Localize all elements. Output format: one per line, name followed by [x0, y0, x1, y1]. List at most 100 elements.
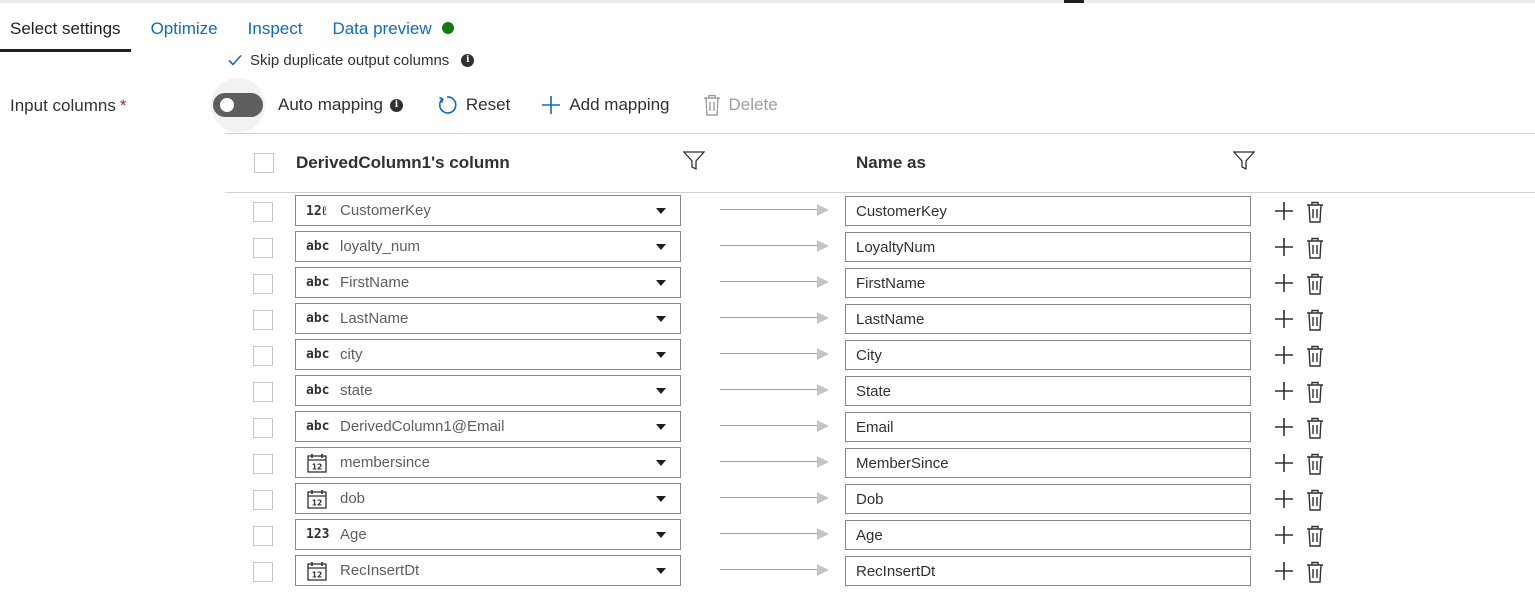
mapping-row: 12 dob: [0, 482, 1535, 518]
name-as-field[interactable]: [845, 376, 1251, 406]
delete-row-icon[interactable]: [1306, 417, 1324, 444]
skip-duplicate-output-option: Skip duplicate output columns i: [226, 51, 475, 69]
chevron-down-icon: [656, 316, 666, 322]
string-icon: abc: [306, 311, 330, 326]
delete-row-icon[interactable]: [1306, 273, 1324, 300]
source-column-select[interactable]: abc state: [295, 375, 681, 406]
mapping-arrow-line: [720, 245, 818, 246]
source-column-select[interactable]: abc city: [295, 339, 681, 370]
skip-duplicate-checkbox[interactable]: [226, 51, 244, 69]
name-as-field[interactable]: [845, 520, 1251, 550]
tab-optimize[interactable]: Optimize: [141, 12, 228, 52]
name-as-field[interactable]: [845, 232, 1251, 262]
chevron-down-icon: [656, 388, 666, 394]
delete-row-icon[interactable]: [1306, 525, 1324, 552]
arrow-right-icon: [817, 456, 829, 468]
row-checkbox[interactable]: [253, 526, 273, 546]
name-as-column-header: Name as: [856, 153, 926, 172]
chevron-down-icon: [656, 568, 666, 574]
row-checkbox[interactable]: [253, 310, 273, 330]
auto-mapping-toggle[interactable]: [213, 93, 263, 117]
add-row-icon[interactable]: [1274, 453, 1294, 478]
delete-row-icon[interactable]: [1306, 561, 1324, 588]
add-row-icon[interactable]: [1274, 417, 1294, 442]
auto-mapping-toggle-focus: [211, 78, 265, 132]
mapping-row: abc FirstName: [0, 266, 1535, 302]
source-column-value: LastName: [340, 310, 409, 327]
name-as-field[interactable]: [845, 556, 1251, 586]
add-row-icon[interactable]: [1274, 345, 1294, 370]
name-as-field[interactable]: [845, 196, 1251, 226]
row-checkbox[interactable]: [253, 418, 273, 438]
source-column-value: dob: [340, 490, 366, 507]
delete-row-icon[interactable]: [1306, 453, 1324, 480]
name-as-field[interactable]: [845, 448, 1251, 478]
source-column-value: Age: [340, 526, 367, 543]
source-column-select[interactable]: 123 Age: [295, 519, 681, 550]
name-as-field[interactable]: [845, 304, 1251, 334]
add-row-icon[interactable]: [1274, 525, 1294, 550]
reset-label: Reset: [465, 95, 511, 114]
add-row-icon[interactable]: [1274, 381, 1294, 406]
source-column-select[interactable]: 12 dob: [295, 483, 681, 514]
select-all-checkbox[interactable]: [254, 153, 274, 173]
tab-data-preview[interactable]: Data preview: [322, 12, 463, 52]
row-checkbox[interactable]: [253, 490, 273, 510]
name-as-field[interactable]: [845, 340, 1251, 370]
reset-button[interactable]: Reset: [436, 94, 510, 116]
source-column-select[interactable]: 12 membersince: [295, 447, 681, 478]
source-column-select[interactable]: 12 RecInsertDt: [295, 555, 681, 586]
add-mapping-button[interactable]: Add mapping: [541, 95, 670, 115]
tab-inspect[interactable]: Inspect: [238, 12, 313, 52]
delete-button[interactable]: Delete: [703, 94, 778, 116]
row-checkbox[interactable]: [253, 202, 273, 222]
delete-row-icon[interactable]: [1306, 309, 1324, 336]
source-column-value: loyalty_num: [340, 238, 421, 255]
row-checkbox[interactable]: [253, 562, 273, 582]
row-checkbox[interactable]: [253, 238, 273, 258]
delete-row-icon[interactable]: [1306, 381, 1324, 408]
tab-select-settings[interactable]: Select settings: [0, 12, 131, 52]
filter-icon[interactable]: [682, 151, 706, 176]
tab-bar: Select settings Optimize Inspect Data pr…: [0, 12, 474, 52]
info-icon[interactable]: i: [461, 53, 475, 67]
delete-row-icon[interactable]: [1306, 237, 1324, 264]
tab-label: Select settings: [10, 19, 121, 38]
delete-row-icon[interactable]: [1306, 201, 1324, 228]
name-as-field[interactable]: [845, 484, 1251, 514]
table-header-top-divider: [225, 133, 1535, 134]
calendar-icon: 12: [296, 489, 340, 509]
filter-icon[interactable]: [1232, 151, 1256, 176]
source-column-select[interactable]: abc DerivedColumn1@Email: [295, 411, 681, 442]
calendar-icon: 12: [296, 453, 340, 473]
row-checkbox[interactable]: [253, 454, 273, 474]
info-icon[interactable]: i: [389, 98, 403, 112]
source-column-select[interactable]: abc LastName: [295, 303, 681, 334]
arrow-right-icon: [817, 528, 829, 540]
mapping-arrow-line: [720, 209, 818, 210]
source-column-select[interactable]: abc FirstName: [295, 267, 681, 298]
auto-mapping-label-group: Auto mapping i: [278, 95, 403, 115]
top-border: [0, 0, 1535, 3]
delete-row-icon[interactable]: [1306, 489, 1324, 516]
add-row-icon[interactable]: [1274, 201, 1294, 226]
add-row-icon[interactable]: [1274, 309, 1294, 334]
row-checkbox[interactable]: [253, 382, 273, 402]
delete-row-icon[interactable]: [1306, 345, 1324, 372]
svg-text:12: 12: [312, 462, 322, 471]
delete-label: Delete: [728, 95, 778, 114]
source-column-select[interactable]: 12ℓ CustomerKey: [295, 195, 681, 226]
add-row-icon[interactable]: [1274, 237, 1294, 262]
name-as-field[interactable]: [845, 412, 1251, 442]
add-row-icon[interactable]: [1274, 561, 1294, 586]
add-row-icon[interactable]: [1274, 273, 1294, 298]
name-as-field[interactable]: [845, 268, 1251, 298]
row-checkbox[interactable]: [253, 346, 273, 366]
source-column-select[interactable]: abc loyalty_num: [295, 231, 681, 262]
row-checkbox[interactable]: [253, 274, 273, 294]
add-row-icon[interactable]: [1274, 489, 1294, 514]
arrow-right-icon: [817, 564, 829, 576]
string-icon: abc: [306, 419, 330, 434]
mapping-row: 12 RecInsertDt: [0, 554, 1535, 590]
mapping-arrow-line: [720, 533, 818, 534]
